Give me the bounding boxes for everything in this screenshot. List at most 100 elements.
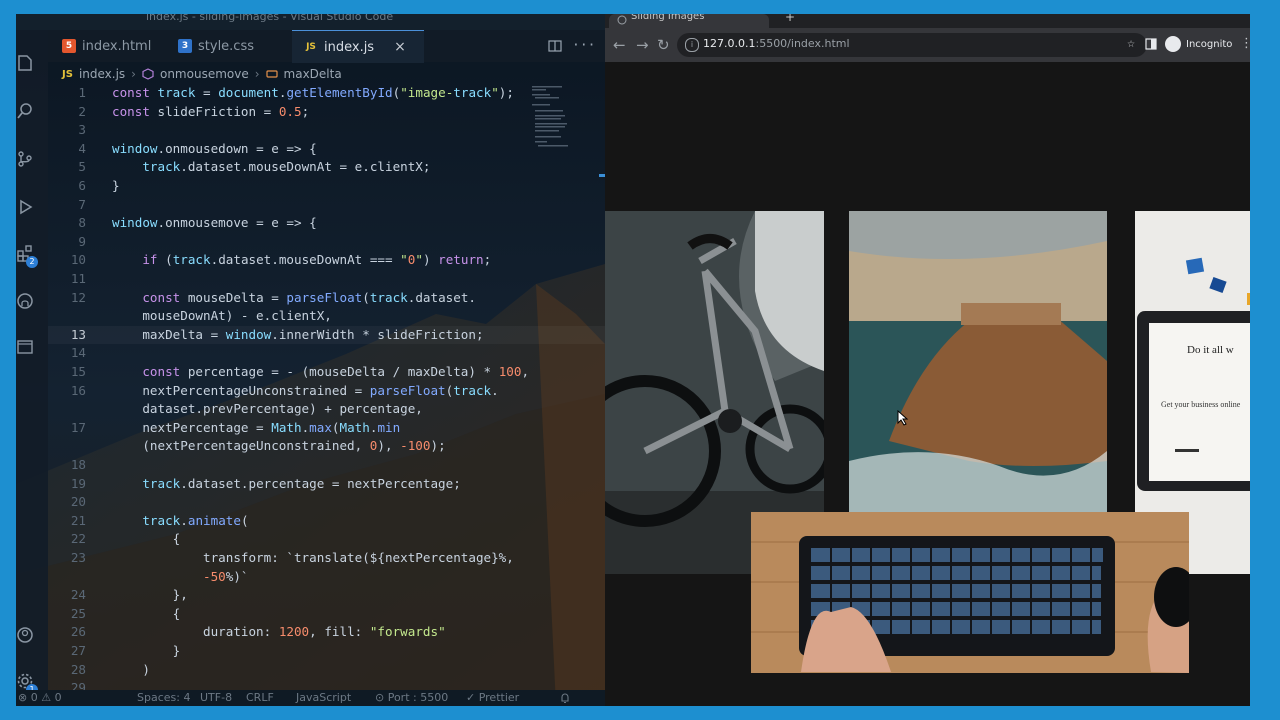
side-panel-icon[interactable]	[1145, 38, 1157, 50]
code-line[interactable]: dataset.prevPercentage) + percentage,	[48, 400, 605, 418]
account-icon[interactable]	[16, 626, 34, 644]
code-line[interactable]: 6}	[48, 177, 605, 195]
code-text: },	[112, 587, 188, 603]
site-info-icon[interactable]: i	[685, 38, 699, 52]
code-line[interactable]: 8 window.onmousemove = e => {	[48, 214, 605, 232]
language-mode[interactable]: JavaScript	[296, 691, 351, 704]
line-number: 4	[78, 140, 86, 156]
tab-label: index.js	[324, 39, 375, 55]
code-line[interactable]: 21 track.animate(	[48, 512, 605, 530]
code-line[interactable]: 11	[48, 270, 605, 288]
code-text: (nextPercentageUnconstrained, 0), -100);	[112, 438, 446, 454]
css-icon: 3	[178, 39, 192, 53]
problems-count[interactable]: ⊗ 0 ⚠ 0	[18, 691, 62, 704]
explorer-icon[interactable]	[16, 54, 34, 72]
code-line[interactable]: 20	[48, 493, 605, 511]
code-line[interactable]: 27 }	[48, 642, 605, 660]
code-line[interactable]: (nextPercentageUnconstrained, 0), -100);	[48, 437, 605, 455]
code-line[interactable]: 22 {	[48, 530, 605, 548]
url-host: 127.0.0.1	[703, 37, 756, 50]
code-line[interactable]: 19 track.dataset.percentage = nextPercen…	[48, 475, 605, 493]
code-text: duration: 1200, fill: "forwards"	[112, 624, 446, 640]
more-actions-icon[interactable]: ···	[572, 38, 595, 53]
code-line[interactable]: 18	[48, 456, 605, 474]
prettier-status[interactable]: ✓ Prettier	[466, 691, 519, 704]
incognito-indicator[interactable]: Incognito	[1165, 36, 1232, 52]
code-line[interactable]: 5 track.dataset.mouseDownAt = e.clientX;	[48, 158, 605, 176]
code-text: const mouseDelta = parseFloat(track.data…	[142, 289, 477, 305]
code-line[interactable]: 3	[48, 121, 605, 139]
bookmark-star-icon[interactable]: ☆	[1127, 36, 1135, 51]
eol-status[interactable]: CRLF	[246, 691, 274, 704]
live-server-port[interactable]: ⊙ Port : 5500	[375, 691, 448, 704]
encoding-status[interactable]: UTF-8	[200, 691, 232, 704]
code-line[interactable]: 4 window.onmousedown = e => {	[48, 140, 605, 158]
browser-tab[interactable]: Sliding Images	[609, 14, 769, 28]
breadcrumb-symbol-onmousemove[interactable]: onmousemove	[160, 67, 249, 81]
line-number: 16	[70, 382, 86, 398]
line-number: 7	[78, 196, 86, 212]
line-number: 11	[70, 271, 86, 286]
line-number: 6	[78, 178, 86, 193]
line-number: 5	[78, 159, 86, 175]
back-button[interactable]: ←	[613, 36, 626, 54]
code-line[interactable]: 9	[48, 233, 605, 251]
search-icon[interactable]	[16, 102, 34, 120]
split-editor-icon[interactable]	[548, 39, 562, 53]
cliff-image[interactable]	[849, 211, 1107, 524]
code-line[interactable]: 2 const slideFriction = 0.5;	[48, 103, 605, 121]
tab-index-html[interactable]: 5 index.html	[56, 30, 178, 62]
code-line[interactable]: 13 maxDelta = window.innerWidth * slideF…	[48, 325, 605, 344]
title-bar: index.js - sliding-images - Visual Studi…	[16, 14, 605, 30]
code-text: track.dataset.percentage = nextPercentag…	[142, 475, 461, 491]
indentation-status[interactable]: Spaces: 4	[137, 691, 190, 704]
code-line[interactable]: 1 const track = document.getElementById("…	[48, 84, 605, 102]
code-line[interactable]: 12 const mouseDelta = parseFloat(track.d…	[48, 289, 605, 307]
tab-index-js[interactable]: JS index.js ×	[292, 30, 424, 63]
url-text: 127.0.0.1:5500/index.html	[703, 37, 850, 50]
new-tab-icon[interactable]: +	[785, 14, 795, 24]
breadcrumb-file[interactable]: index.js	[79, 67, 125, 81]
code-line[interactable]: 15 const percentage = - (mouseDelta / ma…	[48, 363, 605, 381]
code-text: nextPercentageUnconstrained = parseFloat…	[112, 382, 499, 398]
code-text: if (track.dataset.mouseDownAt === "0") r…	[142, 252, 492, 268]
code-line[interactable]: 28 )	[48, 661, 605, 679]
breadcrumb-symbol-maxdelta[interactable]: maxDelta	[284, 67, 342, 81]
code-text: const track = document.getElementById("i…	[112, 85, 514, 100]
tab-label: index.html	[82, 38, 152, 54]
incognito-label: Incognito	[1186, 38, 1233, 50]
activity-bar: 2 1	[16, 30, 48, 706]
code-line[interactable]: 25 {	[48, 605, 605, 623]
line-number: 14	[70, 345, 86, 361]
forward-button[interactable]: →	[636, 36, 649, 54]
screen-frame: index.js - sliding-images - Visual Studi…	[16, 14, 1266, 706]
code-line[interactable]: 7	[48, 196, 605, 214]
minimap[interactable]	[532, 84, 572, 154]
source-control-icon[interactable]	[16, 150, 34, 168]
tab-style-css[interactable]: 3 style.css	[172, 30, 290, 62]
code-line[interactable]: 23 transform: `translate(${nextPercentag…	[48, 549, 605, 567]
github-icon[interactable]	[16, 292, 34, 310]
code-line[interactable]: 14	[48, 344, 605, 362]
address-bar[interactable]: i 127.0.0.1:5500/index.html ☆	[677, 33, 1147, 57]
variable-icon	[265, 70, 278, 78]
reload-button[interactable]: ↻	[657, 36, 670, 54]
line-number: 1	[78, 85, 86, 100]
code-text: mouseDownAt) - e.clientX,	[112, 308, 332, 324]
code-text: window.onmousedown = e => {	[112, 140, 317, 156]
code-line[interactable]: 24 },	[48, 586, 605, 604]
run-debug-icon[interactable]	[16, 198, 34, 216]
code-line[interactable]: 16 nextPercentageUnconstrained = parseFl…	[48, 382, 605, 400]
js-icon: JS	[306, 42, 316, 52]
code-line[interactable]: 26 duration: 1200, fill: "forwards"	[48, 623, 605, 641]
code-line[interactable]: 17 nextPercentage = Math.max(Math.min	[48, 419, 605, 437]
remote-explorer-icon[interactable]	[16, 338, 34, 356]
window-title: index.js - sliding-images - Visual Studi…	[146, 14, 394, 23]
close-tab-icon[interactable]: ×	[394, 39, 406, 55]
line-number: 19	[70, 475, 86, 491]
code-line[interactable]: mouseDownAt) - e.clientX,	[48, 307, 605, 325]
tablet-subheading: Get your business online	[1161, 400, 1241, 409]
notifications-bell-icon[interactable]	[559, 692, 571, 704]
code-line[interactable]: 10 if (track.dataset.mouseDownAt === "0"…	[48, 251, 605, 269]
code-line[interactable]: -50%)`	[48, 568, 605, 586]
